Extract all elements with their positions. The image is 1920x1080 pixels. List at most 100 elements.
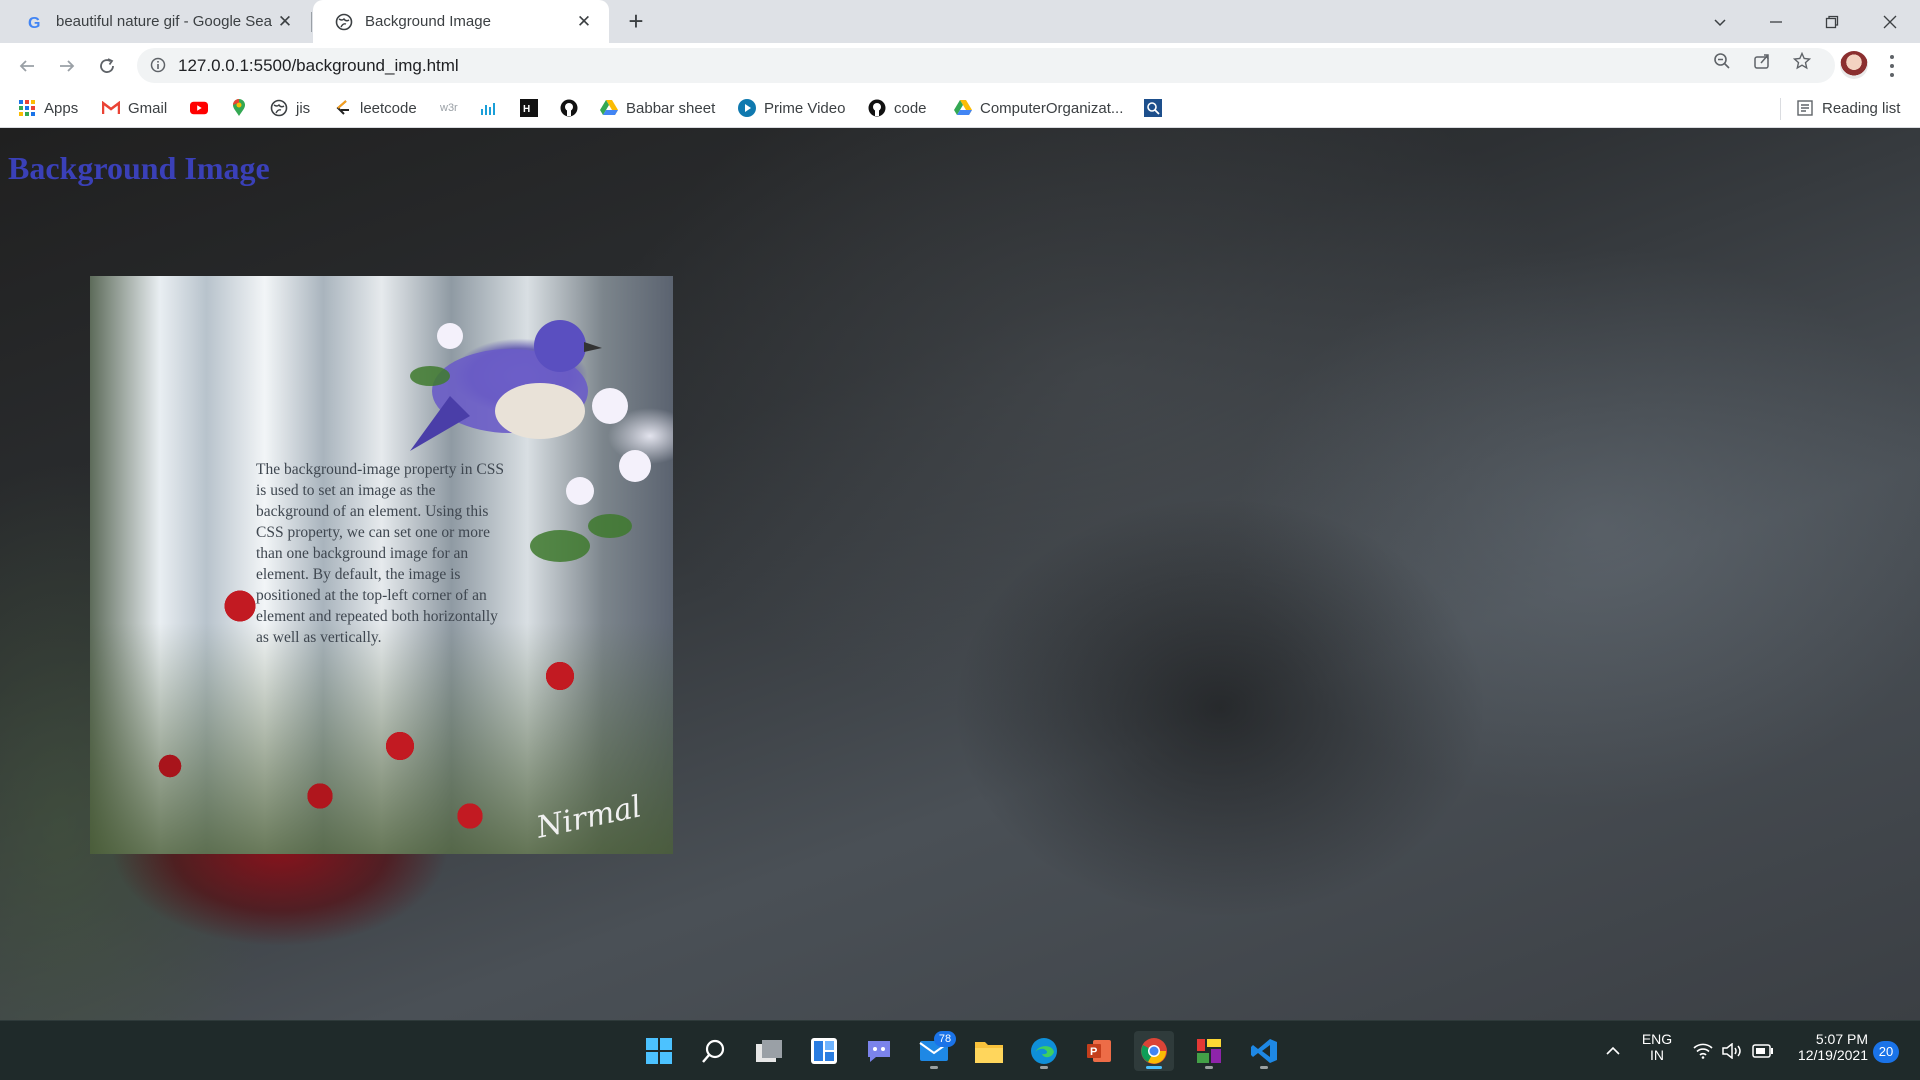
- mail-button[interactable]: 78: [914, 1031, 956, 1071]
- bookmark-computer-organization[interactable]: ComputerOrganizat...: [954, 96, 1123, 120]
- powerpoint-button[interactable]: P: [1079, 1031, 1119, 1071]
- bookmark-chart[interactable]: [480, 96, 506, 120]
- bookmark-label: leetcode: [360, 99, 417, 117]
- address-bar[interactable]: 127.0.0.1:5500/background_img.html: [137, 48, 1835, 83]
- clock[interactable]: 5:07 PM 12/19/2021: [1788, 1031, 1868, 1063]
- chart-icon: [480, 99, 498, 117]
- back-button[interactable]: [12, 51, 42, 81]
- zoom-icon[interactable]: [1710, 51, 1734, 71]
- bookmark-label: Prime Video: [764, 99, 846, 117]
- tab-title: Background Image: [365, 13, 491, 30]
- region-code: IN: [1650, 1047, 1664, 1063]
- bookmark-star-icon[interactable]: [1790, 51, 1814, 71]
- start-button[interactable]: [639, 1031, 679, 1071]
- windows-taskbar: 78 P ENG IN 5:07 PM 12/19/2021 20: [0, 1020, 1920, 1080]
- bookmark-label: code: [894, 99, 927, 117]
- minimize-button[interactable]: [1748, 0, 1804, 43]
- tab-strip: G beautiful nature gif - Google Sea ✕ Ba…: [0, 0, 1920, 43]
- svg-text:G: G: [28, 15, 40, 31]
- bookmark-code[interactable]: code: [868, 96, 927, 120]
- site-info-icon[interactable]: [150, 57, 166, 73]
- notification-count-badge[interactable]: 20: [1873, 1041, 1899, 1063]
- profile-avatar[interactable]: [1840, 51, 1868, 79]
- reload-button[interactable]: [92, 51, 122, 81]
- drive-icon: [954, 99, 972, 117]
- tab-title: beautiful nature gif - Google Sea: [56, 13, 272, 30]
- bookmark-babbar-sheet[interactable]: Babbar sheet: [600, 96, 715, 120]
- bookmark-label: jis: [296, 99, 311, 117]
- wifi-icon[interactable]: [1688, 1031, 1718, 1071]
- prime-video-icon: [738, 99, 756, 117]
- bookmark-leetcode[interactable]: leetcode: [334, 96, 417, 120]
- svg-text:H: H: [523, 104, 530, 115]
- running-indicator: [1205, 1066, 1213, 1069]
- restore-button[interactable]: [1804, 0, 1860, 43]
- language-indicator[interactable]: ENG IN: [1640, 1031, 1674, 1063]
- tab-search-chevron-icon[interactable]: [1692, 0, 1748, 43]
- date-text: 12/19/2021: [1797, 1047, 1868, 1063]
- reading-list-icon: [1796, 99, 1814, 117]
- bookmark-prime-video[interactable]: Prime Video: [738, 96, 845, 120]
- tab-google-search[interactable]: G beautiful nature gif - Google Sea ✕: [4, 0, 310, 43]
- file-explorer-button[interactable]: [969, 1031, 1009, 1071]
- colorful-app-button[interactable]: [1189, 1031, 1229, 1071]
- gmail-icon: [102, 99, 120, 117]
- bookmark-w3r[interactable]: w3r: [440, 96, 458, 120]
- bookmark-jis[interactable]: jis: [270, 96, 310, 120]
- task-view-button[interactable]: [749, 1031, 789, 1071]
- time-text: 5:07 PM: [1815, 1031, 1868, 1047]
- bookmark-maps[interactable]: [230, 96, 256, 120]
- maps-icon: [230, 99, 248, 117]
- bookmark-label: Apps: [44, 99, 79, 117]
- reading-list-button[interactable]: Reading list: [1796, 96, 1900, 120]
- page-heading: Background Image: [8, 150, 270, 186]
- search-box-icon: [1144, 99, 1162, 117]
- apps-grid-icon: [18, 99, 36, 117]
- page-viewport: Background Image The background-image pr…: [0, 128, 1920, 1020]
- chrome-button[interactable]: [1134, 1031, 1174, 1071]
- bookmarks-divider: [1780, 98, 1781, 120]
- vscode-button[interactable]: [1244, 1031, 1284, 1071]
- browser-toolbar: 127.0.0.1:5500/background_img.html: [0, 43, 1920, 88]
- forward-button[interactable]: [52, 51, 82, 81]
- description-paragraph: The background-image property in CSS is …: [256, 461, 504, 646]
- volume-icon[interactable]: [1718, 1031, 1748, 1071]
- search-button[interactable]: [694, 1031, 734, 1071]
- google-g-icon: G: [26, 13, 44, 31]
- new-tab-button[interactable]: +: [622, 8, 650, 36]
- language-code: ENG: [1641, 1031, 1673, 1047]
- tab-background-image[interactable]: Background Image ✕: [313, 0, 609, 43]
- battery-icon[interactable]: [1748, 1031, 1778, 1071]
- bookmark-label: Gmail: [128, 99, 168, 117]
- more-menu-icon[interactable]: [1882, 53, 1902, 79]
- github-icon: [560, 99, 578, 117]
- bookmark-search-box[interactable]: [1144, 96, 1170, 120]
- bookmark-hackerrank[interactable]: H: [520, 96, 546, 120]
- active-indicator: [1146, 1066, 1162, 1069]
- bookmark-apps[interactable]: Apps: [18, 96, 78, 120]
- bookmark-gmail[interactable]: Gmail: [102, 96, 167, 120]
- close-tab-icon[interactable]: ✕: [276, 12, 294, 31]
- svg-text:P: P: [1090, 1046, 1097, 1058]
- share-icon[interactable]: [1750, 51, 1774, 71]
- show-hidden-icons-chevron-icon[interactable]: [1598, 1031, 1628, 1071]
- bookmark-label: Babbar sheet: [626, 99, 716, 117]
- bookmark-youtube[interactable]: [190, 96, 216, 120]
- drive-icon: [600, 99, 618, 117]
- close-tab-icon[interactable]: ✕: [575, 12, 593, 31]
- running-indicator: [1260, 1066, 1268, 1069]
- leetcode-icon: [334, 99, 352, 117]
- edge-button[interactable]: [1024, 1031, 1064, 1071]
- youtube-icon: [190, 99, 208, 117]
- bookmarks-bar: Apps Gmail jis leetcode w3r H Babbar she…: [0, 88, 1920, 128]
- bookmark-github[interactable]: [560, 96, 586, 120]
- running-indicator: [1040, 1066, 1048, 1069]
- globe-icon: [270, 99, 288, 117]
- widgets-button[interactable]: [804, 1031, 844, 1071]
- close-window-button[interactable]: [1862, 0, 1918, 43]
- mail-unread-badge: 78: [934, 1031, 956, 1047]
- teams-chat-button[interactable]: [859, 1031, 899, 1071]
- globe-icon: [335, 13, 353, 31]
- w3resource-icon: w3r: [440, 102, 458, 114]
- url-text: 127.0.0.1:5500/background_img.html: [178, 56, 459, 75]
